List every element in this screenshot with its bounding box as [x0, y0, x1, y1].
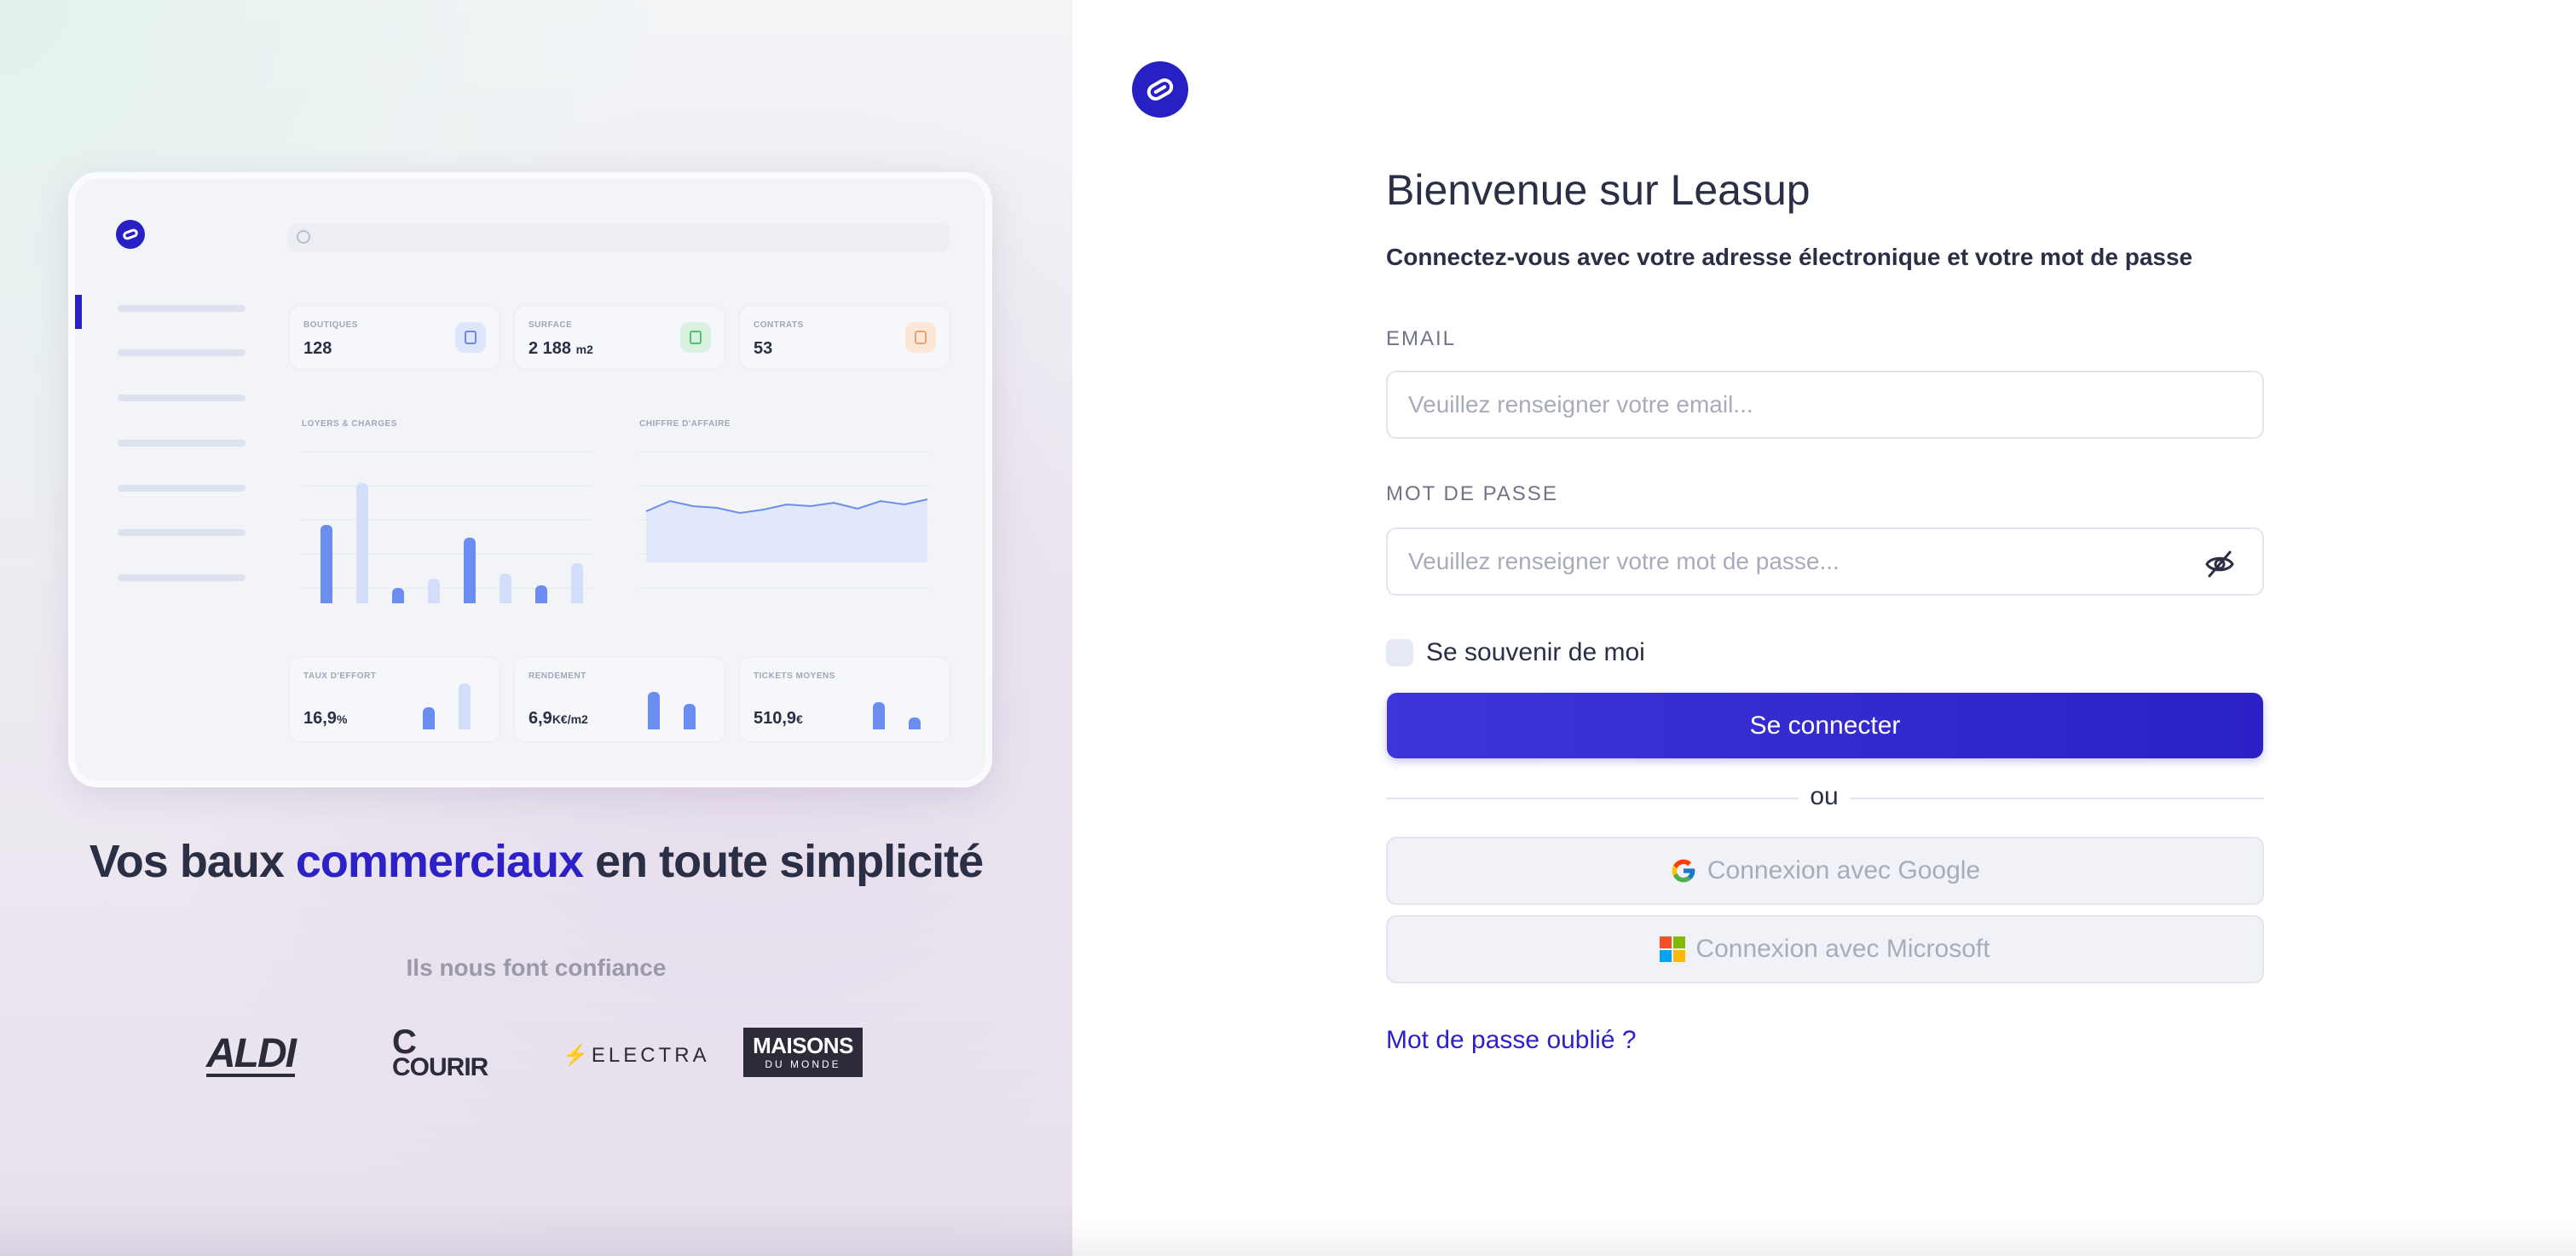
leasup-logo-icon	[116, 220, 145, 249]
stat-card-boutiques: BOUTIQUES 128	[288, 305, 501, 370]
kpi-card-tickets: TICKETS MOYENS 510,9€	[738, 656, 951, 743]
login-button[interactable]: Se connecter	[1387, 693, 2263, 758]
email-label: EMAIL	[1386, 327, 1457, 350]
eye-off-icon[interactable]	[2203, 547, 2237, 581]
rent-bar	[500, 573, 511, 603]
microsoft-login-label: Connexion avec Microsoft	[1695, 935, 1990, 963]
stat-card-contrats: CONTRATS 53	[738, 305, 951, 370]
book-icon	[905, 322, 936, 353]
preview-nav-item	[118, 440, 245, 447]
search-icon	[297, 230, 310, 244]
kpi-card-effort: TAUX D'EFFORT 16,9%	[288, 656, 501, 743]
electra-logo: ⚡ELECTRA	[563, 1044, 710, 1067]
kpi-label: TICKETS MOYENS	[754, 671, 835, 681]
microsoft-icon	[1660, 936, 1686, 962]
leasup-logo-icon	[1132, 61, 1188, 118]
remember-me-checkbox[interactable]	[1386, 639, 1413, 666]
password-label: MOT DE PASSE	[1386, 482, 1558, 505]
preview-nav-item	[118, 305, 245, 312]
rent-chart-title: LOYERS & CHARGES	[302, 419, 397, 429]
rent-bar	[464, 538, 476, 603]
cube-icon	[680, 322, 711, 353]
email-input[interactable]	[1386, 371, 2264, 439]
remember-me-label[interactable]: Se souvenir de moi	[1426, 638, 1645, 667]
forgot-password-link[interactable]: Mot de passe oublié ?	[1386, 1026, 1637, 1055]
marketing-panel: BOUTIQUES 128 SURFACE 2 188 m2 CONTRATS …	[0, 0, 1072, 1256]
kpi-label: RENDEMENT	[528, 671, 586, 681]
kpi-label: TAUX D'EFFORT	[303, 671, 377, 681]
revenue-chart-title: CHIFFRE D'AFFAIRE	[639, 419, 731, 429]
page-title: Bienvenue sur Leasup	[1386, 166, 1811, 214]
stat-value: 128	[303, 339, 332, 358]
kpi-bar	[423, 707, 435, 729]
stat-value: 2 188 m2	[528, 339, 593, 358]
rent-bar	[571, 563, 583, 603]
stat-label: BOUTIQUES	[303, 320, 358, 330]
stat-value: 53	[754, 339, 773, 358]
kpi-bar	[684, 704, 696, 729]
brand-logos: ALDI C COURIR ⚡ELECTRA MAISONS DU MONDE	[206, 1023, 863, 1081]
maisons-du-monde-logo: MAISONS DU MONDE	[743, 1028, 863, 1077]
kpi-value: 6,9K€/m2	[528, 709, 588, 728]
google-login-label: Connexion avec Google	[1707, 856, 1981, 884]
trust-label: Ils nous font confiance	[406, 954, 667, 981]
stat-label: SURFACE	[528, 320, 573, 330]
rent-bar	[535, 585, 547, 603]
preview-nav-active-indicator	[75, 295, 82, 329]
dashboard-preview: BOUTIQUES 128 SURFACE 2 188 m2 CONTRATS …	[68, 172, 992, 787]
kpi-value: 16,9%	[303, 709, 348, 728]
preview-nav-item	[118, 485, 245, 492]
stat-label: CONTRATS	[754, 320, 804, 330]
rent-bar	[356, 483, 368, 603]
microsoft-login-button[interactable]: Connexion avec Microsoft	[1386, 915, 2264, 983]
kpi-value: 510,9€	[754, 709, 803, 728]
preview-nav-item	[118, 349, 245, 356]
bag-icon	[455, 322, 486, 353]
preview-nav-item	[118, 574, 245, 581]
revenue-area	[646, 499, 927, 562]
kpi-bar	[459, 683, 471, 729]
kpi-card-rendement: RENDEMENT 6,9K€/m2	[513, 656, 726, 743]
divider	[1850, 798, 2264, 799]
rent-bar	[428, 579, 440, 603]
page-subtitle: Connectez-vous avec votre adresse électr…	[1386, 244, 2193, 270]
kpi-bar	[648, 692, 660, 729]
hero-headline: Vos baux commerciaux en toute simplicité	[89, 836, 984, 887]
google-login-button[interactable]: Connexion avec Google	[1386, 837, 2264, 905]
rent-bar	[392, 588, 404, 603]
aldi-logo: ALDI	[206, 1031, 297, 1077]
kpi-bar	[909, 717, 921, 729]
divider	[1386, 798, 1799, 799]
stat-card-surface: SURFACE 2 188 m2	[513, 305, 726, 370]
revenue-chart	[646, 498, 927, 562]
google-icon	[1672, 859, 1695, 883]
preview-nav-item	[118, 529, 245, 536]
courir-logo: C COURIR	[392, 1023, 488, 1081]
kpi-bar	[873, 702, 885, 729]
preview-search-bar	[288, 223, 950, 252]
or-label: ou	[1810, 782, 1839, 810]
rent-bar	[321, 525, 332, 603]
password-input[interactable]	[1386, 527, 2264, 596]
preview-nav-item	[118, 395, 245, 401]
